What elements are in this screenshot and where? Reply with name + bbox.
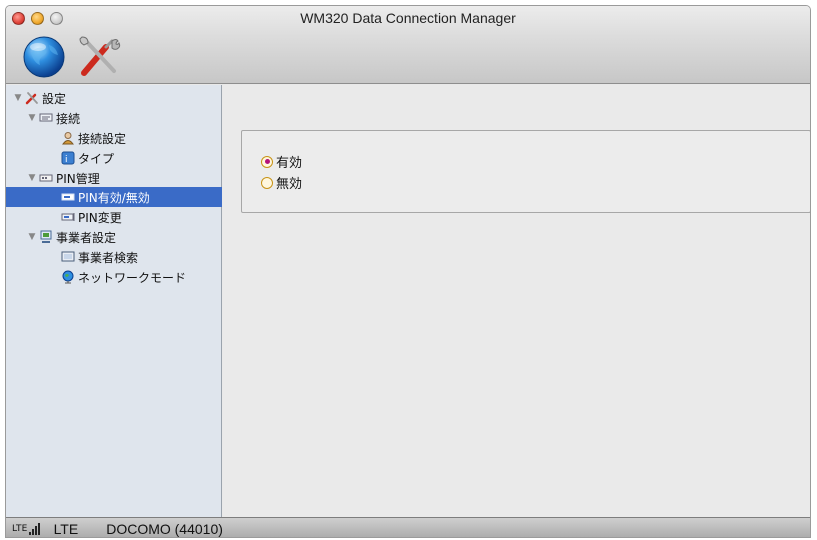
network-type-small: LTE	[12, 523, 28, 534]
globe-icon	[23, 36, 65, 78]
tree-item-label: PIN変更	[78, 210, 122, 225]
tools-icon	[25, 91, 39, 105]
disclosure-triangle-icon[interactable]: ▼	[13, 93, 23, 103]
pin-toggle-icon	[61, 190, 75, 204]
tree-item-label: 設定	[42, 91, 67, 106]
tree-item-carrier-search[interactable]: 事業者検索	[6, 247, 222, 267]
tree-item-label: PIN管理	[56, 171, 100, 186]
tree-item-label: ネットワークモード	[78, 270, 187, 285]
globe-icon	[61, 270, 75, 284]
radio-selected-icon[interactable]	[261, 155, 273, 168]
title-toolbar: WM320 Data Connection Manager	[6, 6, 810, 84]
status-bar: LTE LTE DOCOMO (44010)	[6, 517, 810, 537]
tree-item-pin-toggle[interactable]: PIN有効/無効	[6, 187, 222, 207]
tree-item-type[interactable]: i タイプ	[6, 148, 222, 168]
tree-item-label: PIN有効/無効	[78, 190, 150, 205]
radio-label: 有効	[276, 156, 303, 171]
type-icon: i	[61, 151, 75, 165]
tree-item-connection-settings[interactable]: 接続設定	[6, 128, 222, 148]
disclosure-triangle-icon[interactable]: ▼	[27, 113, 37, 123]
settings-toolbar-button[interactable]	[76, 33, 122, 79]
svg-text:i: i	[65, 155, 68, 165]
tools-icon	[79, 36, 121, 76]
signal-strength-icon	[28, 522, 40, 535]
tree-item-settings[interactable]: ▼ 設定	[6, 88, 222, 108]
settings-tree-sidebar: ▼ 設定 ▼ 接続 接続設定 i タイプ ▼ PIN管理 PIN有効/無効 PI…	[6, 85, 222, 517]
user-icon	[61, 131, 75, 145]
tree-item-label: 接続	[56, 111, 81, 126]
tree-item-network-mode[interactable]: ネットワークモード	[6, 267, 222, 287]
pin-change-icon	[61, 210, 75, 224]
radio-unselected-icon[interactable]	[261, 176, 273, 189]
tree-item-label: 事業者設定	[56, 230, 117, 245]
disclosure-triangle-icon[interactable]: ▼	[27, 173, 37, 183]
carrier-name: DOCOMO (44010)	[106, 520, 223, 537]
pin-enable-option[interactable]: 有効	[261, 152, 302, 171]
pin-option-group: 有効 無効	[241, 130, 810, 213]
network-type: LTE	[53, 520, 79, 537]
tree-item-connection[interactable]: ▼ 接続	[6, 108, 222, 128]
globe-toolbar-button[interactable]	[21, 33, 67, 79]
pin-settings-panel: 有効 無効	[223, 85, 810, 517]
window-title: WM320 Data Connection Manager	[300, 10, 516, 26]
tree-item-pin-management[interactable]: ▼ PIN管理	[6, 168, 222, 188]
pin-disable-option[interactable]: 無効	[261, 173, 302, 192]
tree-item-label: 事業者検索	[78, 250, 139, 265]
tree-item-carrier-settings[interactable]: ▼ 事業者設定	[6, 227, 222, 247]
tree-item-pin-change[interactable]: PIN変更	[6, 207, 222, 227]
carrier-icon	[39, 230, 53, 244]
radio-label: 無効	[276, 177, 303, 192]
pin-icon	[39, 171, 53, 185]
tree-item-label: タイプ	[78, 151, 115, 166]
tree-item-label: 接続設定	[78, 131, 127, 146]
network-icon	[39, 111, 53, 125]
disclosure-triangle-icon[interactable]: ▼	[27, 232, 37, 242]
monitor-icon	[61, 250, 75, 264]
app-window: WM320 Data Connection Manager ▼ 設定 ▼ 接続 …	[5, 5, 811, 538]
